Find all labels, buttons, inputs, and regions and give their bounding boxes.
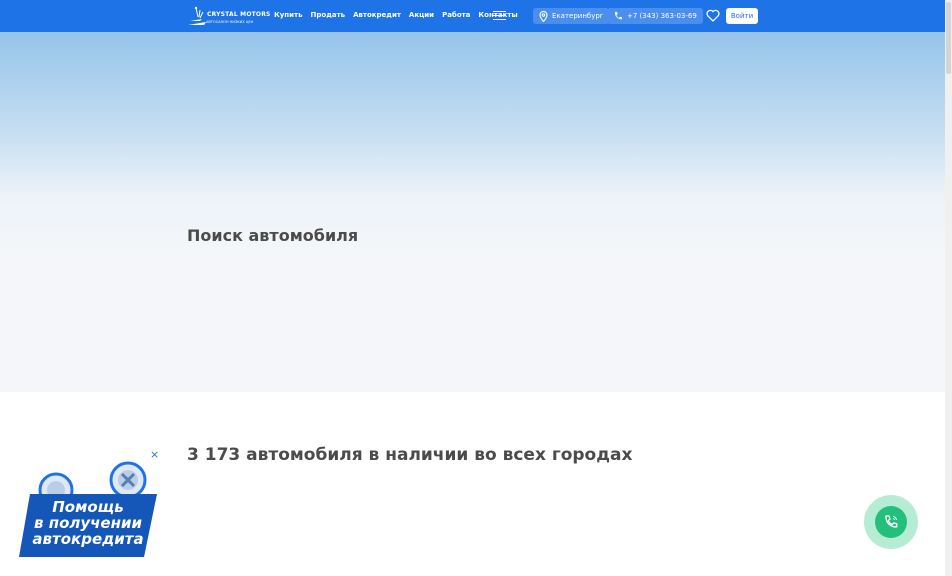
phone-call-icon — [885, 515, 898, 528]
main-nav: Купить Продать Автокредит Акции Работа К… — [274, 11, 518, 19]
phone-number: +7 (343) 363-03-69 — [627, 12, 697, 20]
city-selector[interactable]: Екатеринбург — [533, 8, 610, 24]
heart-icon[interactable] — [706, 9, 720, 22]
crystal-motors-logo[interactable]: CRYSTAL MOTORS АВТОСАЛОН НИЗКИХ ЦЕН — [187, 5, 270, 27]
nav-credit[interactable]: Автокредит — [353, 11, 401, 19]
location-pin-icon — [539, 10, 548, 22]
page-scrollbar[interactable] — [945, 0, 952, 576]
menu-icon[interactable] — [493, 11, 506, 20]
promo-text[interactable]: Помощь в получении автокредита — [18, 499, 158, 547]
nav-promotions[interactable]: Акции — [409, 11, 434, 19]
promo-line-1: Помощь — [52, 498, 124, 516]
city-label: Екатеринбург — [552, 12, 604, 20]
nav-jobs[interactable]: Работа — [442, 11, 470, 19]
phone-icon — [614, 12, 622, 20]
close-promo-icon[interactable]: × — [150, 449, 159, 460]
nav-sell[interactable]: Продать — [311, 11, 346, 19]
logo-name: CRYSTAL MOTORS — [207, 11, 271, 18]
nav-buy[interactable]: Купить — [274, 11, 303, 19]
site-header: CRYSTAL MOTORS АВТОСАЛОН НИЗКИХ ЦЕН Купи… — [0, 0, 945, 32]
phone-button[interactable]: +7 (343) 363-03-69 — [607, 8, 703, 24]
inventory-count-heading: 3 173 автомобиля в наличии во всех город… — [187, 445, 633, 465]
promo-line-3: автокредита — [32, 530, 144, 548]
hero-banner: Поиск автомобиля — [0, 32, 945, 392]
logo-tagline: АВТОСАЛОН НИЗКИХ ЦЕН — [206, 20, 254, 24]
login-button[interactable]: Войти — [726, 8, 758, 24]
scrollbar-thumb[interactable] — [946, 2, 951, 74]
promo-line-2: в получении — [33, 514, 142, 532]
page-title: Поиск автомобиля — [187, 226, 359, 245]
